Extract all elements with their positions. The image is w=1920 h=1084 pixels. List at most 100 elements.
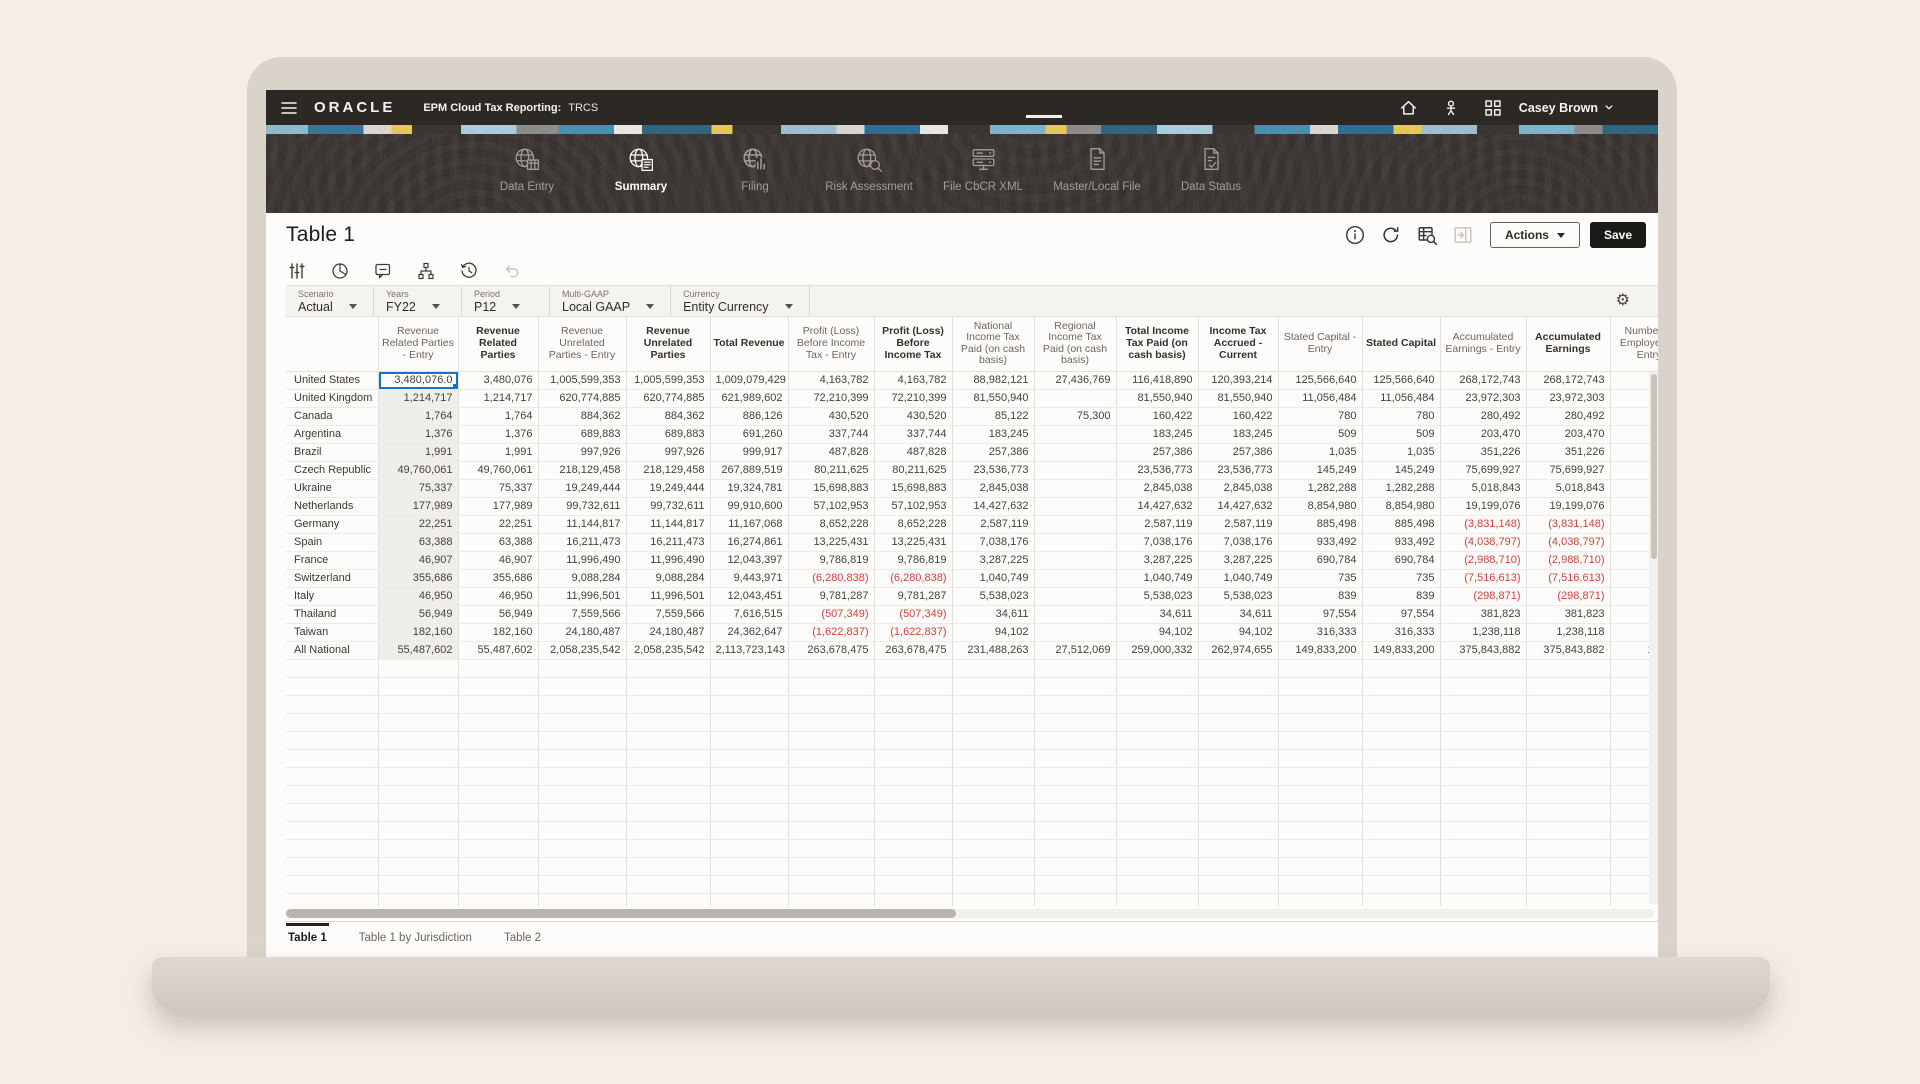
cell[interactable]: 12,043,397 (710, 551, 788, 569)
cell[interactable] (710, 677, 788, 695)
cell[interactable]: 1,238,118 (1440, 623, 1526, 641)
pov-currency[interactable]: Currency Entity Currency (671, 286, 809, 316)
cell[interactable] (458, 821, 538, 839)
cell[interactable]: 34,611 (952, 605, 1034, 623)
cell[interactable] (378, 785, 458, 803)
cell[interactable] (458, 659, 538, 677)
column-header[interactable]: National Income Tax Paid (on cash basis) (952, 317, 1034, 371)
cell[interactable]: 5,538,023 (1116, 587, 1198, 605)
cell[interactable]: 149,833,200 (1362, 641, 1440, 659)
column-header[interactable]: Stated Capital (1362, 317, 1440, 371)
comment-icon[interactable] (374, 262, 392, 280)
cell[interactable]: 257,386 (1198, 443, 1278, 461)
cell[interactable] (1526, 821, 1610, 839)
nav-item-data-status[interactable]: Data Status (1154, 134, 1268, 213)
cell[interactable] (378, 713, 458, 731)
cell[interactable]: 509 (1278, 425, 1362, 443)
cell[interactable]: 689,883 (538, 425, 626, 443)
column-header[interactable]: Regional Income Tax Paid (on cash basis) (1034, 317, 1116, 371)
cell[interactable] (1198, 731, 1278, 749)
cell[interactable] (710, 803, 788, 821)
cell[interactable]: 257,386 (1116, 443, 1198, 461)
cell[interactable]: 621,989,602 (710, 389, 788, 407)
cell[interactable]: 839 (1362, 587, 1440, 605)
cell[interactable] (626, 893, 710, 906)
cell[interactable] (1362, 677, 1440, 695)
cell[interactable]: 5,018,843 (1440, 479, 1526, 497)
cell[interactable] (458, 767, 538, 785)
cell[interactable] (952, 749, 1034, 767)
cell[interactable]: 46,907 (458, 551, 538, 569)
hamburger-menu-icon[interactable] (276, 97, 302, 119)
cell[interactable]: 1,214,717 (458, 389, 538, 407)
cell[interactable] (874, 731, 952, 749)
cell[interactable] (1440, 767, 1526, 785)
cell[interactable]: 351,226 (1440, 443, 1526, 461)
cell[interactable]: 99,732,611 (626, 497, 710, 515)
cell[interactable]: 23,972,303 (1440, 389, 1526, 407)
row-header[interactable] (286, 767, 378, 785)
cell[interactable] (378, 857, 458, 875)
cell[interactable]: 381,823 (1440, 605, 1526, 623)
cell[interactable]: 1,040,749 (952, 569, 1034, 587)
cell[interactable]: 262,974,655 (1198, 641, 1278, 659)
column-header[interactable]: Accumulated Earnings - Entry (1440, 317, 1526, 371)
cell[interactable]: 999,917 (710, 443, 788, 461)
row-header[interactable] (286, 839, 378, 857)
cell[interactable] (1198, 875, 1278, 893)
cell[interactable]: 81,550,940 (1116, 389, 1198, 407)
cell[interactable]: 280,492 (1440, 407, 1526, 425)
sliders-icon[interactable] (288, 262, 306, 280)
cell[interactable]: 1,005,599,353 (626, 371, 710, 389)
cell[interactable] (458, 839, 538, 857)
cell[interactable]: 22,251 (458, 515, 538, 533)
cell[interactable] (458, 749, 538, 767)
cell[interactable]: 80,211,625 (788, 461, 874, 479)
refresh-icon[interactable] (1380, 224, 1402, 246)
cell[interactable] (1034, 749, 1116, 767)
row-header[interactable]: Germany (286, 515, 378, 533)
cell[interactable]: 11,056,484 (1278, 389, 1362, 407)
cell[interactable] (1034, 767, 1116, 785)
cell[interactable]: 1,282,288 (1278, 479, 1362, 497)
cell[interactable]: 690,784 (1278, 551, 1362, 569)
cell[interactable]: (7,516,613) (1440, 569, 1526, 587)
cell[interactable]: 63,388 (378, 533, 458, 551)
cell[interactable]: 125,566,640 (1278, 371, 1362, 389)
cell[interactable] (1362, 857, 1440, 875)
cell[interactable]: 80,211,625 (874, 461, 952, 479)
cell[interactable]: 97,554 (1278, 605, 1362, 623)
cell[interactable] (458, 785, 538, 803)
cell[interactable]: 120,393,214 (1198, 371, 1278, 389)
cell[interactable] (1526, 713, 1610, 731)
row-header[interactable]: Ukraine (286, 479, 378, 497)
cell[interactable]: 2,058,235,542 (538, 641, 626, 659)
cell[interactable]: 97,554 (1362, 605, 1440, 623)
cell[interactable]: (7,516,613) (1526, 569, 1610, 587)
cell[interactable] (710, 785, 788, 803)
tab-table-1-by-jurisdiction[interactable]: Table 1 by Jurisdiction (357, 924, 474, 950)
cell[interactable]: 11,996,490 (626, 551, 710, 569)
cell[interactable]: 218,129,458 (626, 461, 710, 479)
cell[interactable]: (3,831,148) (1440, 515, 1526, 533)
cell[interactable] (952, 767, 1034, 785)
cell[interactable]: 1,991 (378, 443, 458, 461)
cell[interactable]: 8,652,228 (874, 515, 952, 533)
cell[interactable]: 1,282,288 (1362, 479, 1440, 497)
cell[interactable]: 55,487,602 (378, 641, 458, 659)
column-header[interactable]: Total Income Tax Paid (on cash basis) (1116, 317, 1198, 371)
cell[interactable]: 1,040,749 (1116, 569, 1198, 587)
cell[interactable] (1034, 551, 1116, 569)
cell[interactable]: 375,843,882 (1526, 641, 1610, 659)
cell[interactable] (1440, 875, 1526, 893)
cell[interactable]: 430,520 (874, 407, 952, 425)
cell[interactable] (626, 749, 710, 767)
cell[interactable]: 885,498 (1278, 515, 1362, 533)
cell[interactable]: 116,418,890 (1116, 371, 1198, 389)
cell[interactable]: (507,349) (874, 605, 952, 623)
cell[interactable]: 16,274,861 (710, 533, 788, 551)
cell[interactable]: 19,199,076 (1526, 497, 1610, 515)
cell[interactable]: 7,559,566 (538, 605, 626, 623)
cell[interactable] (1034, 605, 1116, 623)
cell[interactable] (1440, 749, 1526, 767)
